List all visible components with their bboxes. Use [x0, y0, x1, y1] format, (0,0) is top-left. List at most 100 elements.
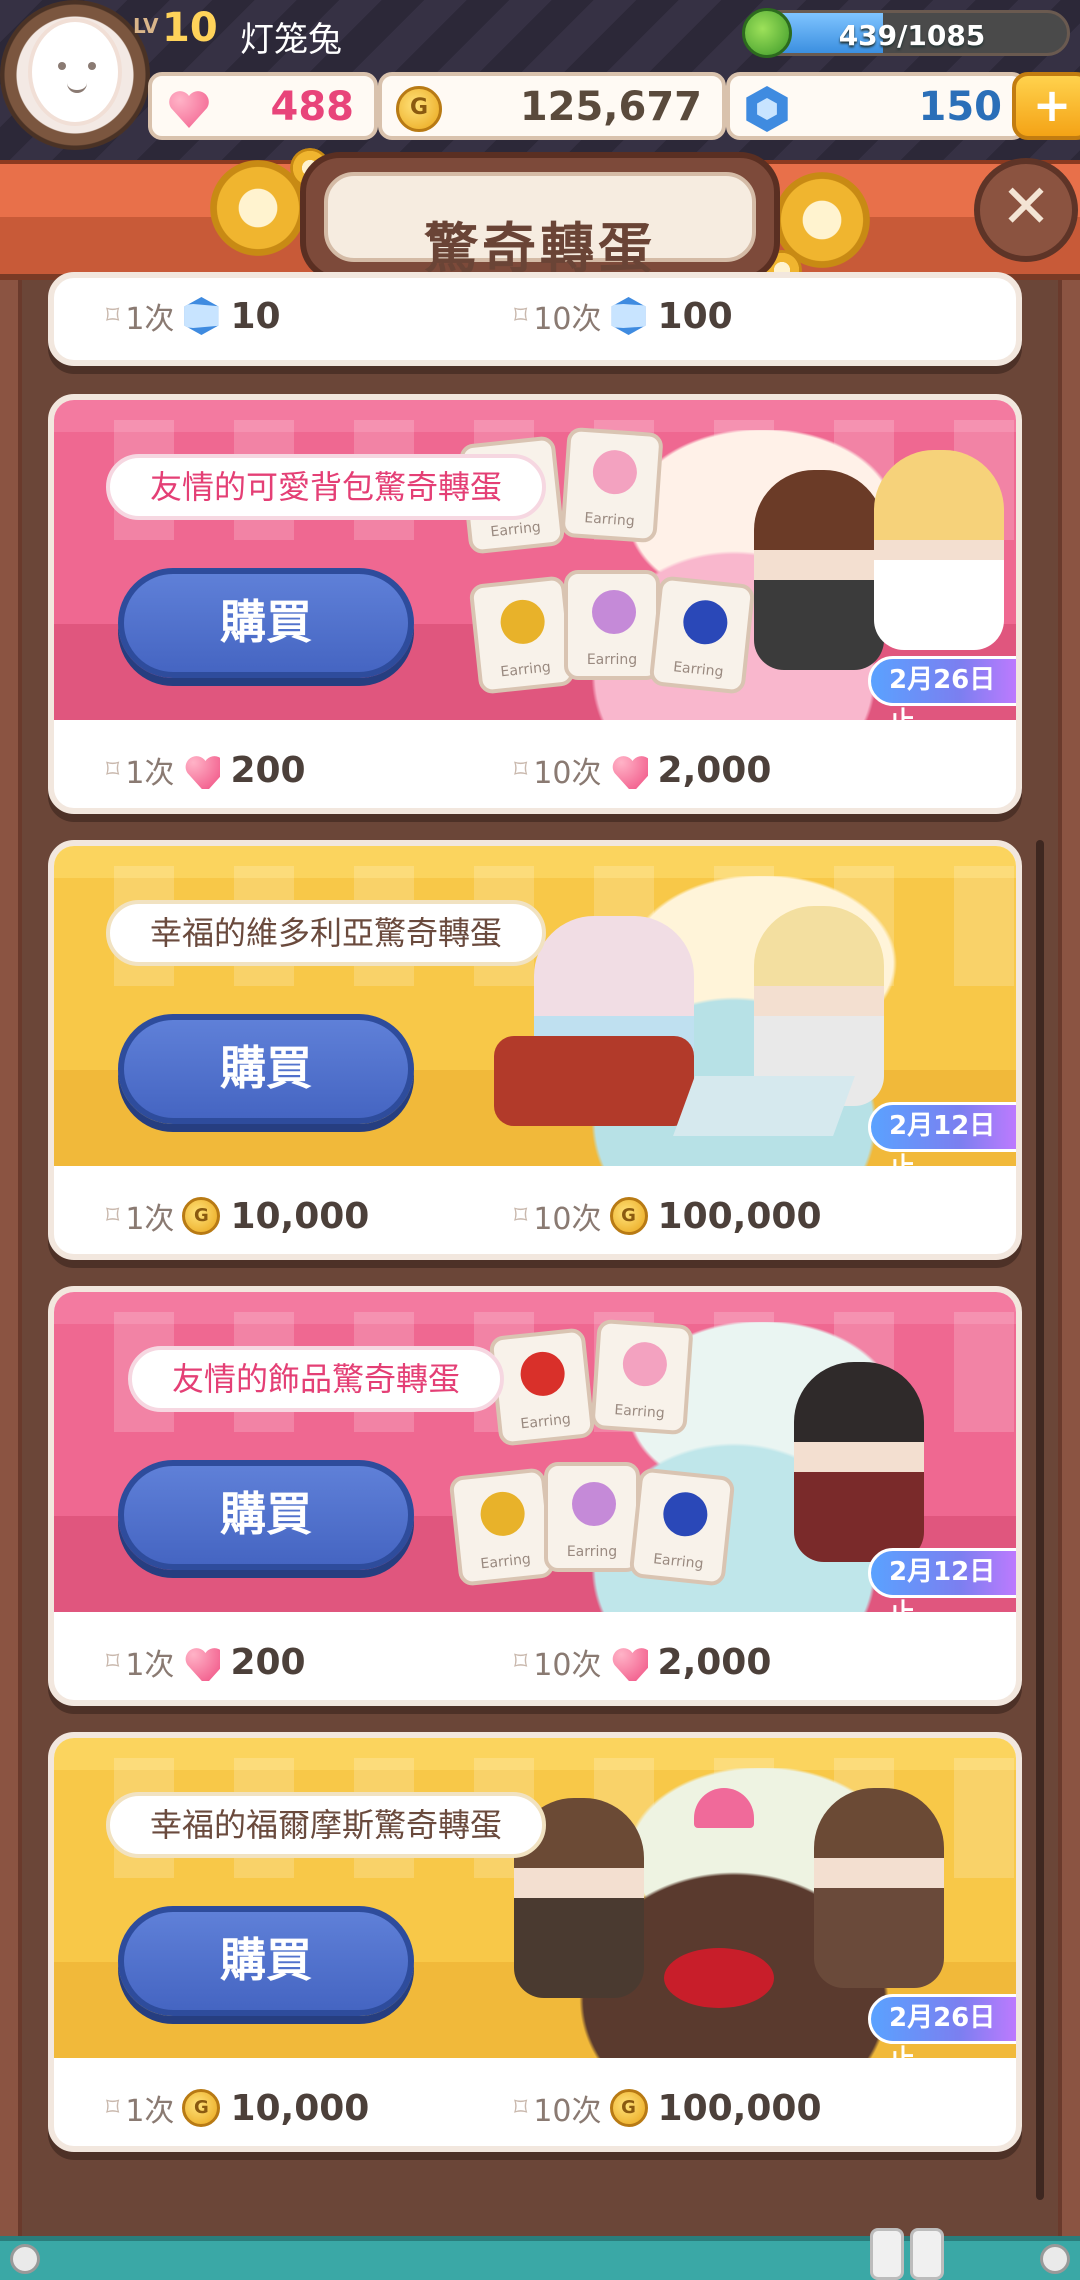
earring-icon: [478, 1489, 527, 1539]
price-single[interactable]: ⌑ 1次 200: [106, 1638, 306, 1686]
price-amount: 10,000: [230, 2087, 370, 2129]
avatar-face-icon: [28, 18, 122, 126]
price-count: 10次: [533, 2094, 602, 2129]
rug-icon: [664, 1948, 774, 2008]
gacha-name: 幸福的維多利亞驚奇轉蛋: [106, 900, 547, 966]
earring-tag: Earring: [560, 426, 664, 544]
add-gems-button[interactable]: +: [1012, 72, 1080, 140]
tag-label: Earring: [652, 1551, 705, 1573]
card-banner: Earring Earring Earring Earring Earring …: [54, 400, 1016, 737]
close-button[interactable]: ✕: [974, 158, 1078, 262]
price-count: 1次: [125, 756, 175, 791]
price-count: 1次: [125, 1202, 175, 1237]
gacha-card: 幸福的福爾摩斯驚奇轉蛋 購買 2月26日 止 ⌑ 1次 G 10,000 ⌑ 1…: [48, 1732, 1022, 2152]
earring-tag: Earring: [628, 1467, 736, 1587]
price-ten[interactable]: ⌑ 10次 2,000: [514, 1638, 771, 1686]
tick-icon: ⌑: [514, 1647, 528, 1677]
tick-icon: ⌑: [514, 1201, 528, 1231]
hinge-icon: [910, 2228, 944, 2280]
price-amount: 10,000: [230, 1195, 370, 1237]
card-prices: ⌑ 1次 200 ⌑ 10次 2,000: [54, 1612, 1016, 1700]
price-single[interactable]: ⌑ 1次 G 10,000: [106, 2084, 369, 2132]
title-plaque-inner: 驚奇轉蛋: [324, 172, 756, 280]
gold-coin-icon: G: [182, 2089, 221, 2127]
gacha-card: 幸福的維多利亞驚奇轉蛋 購買 2月12日 止 ⌑ 1次 G 10,000 ⌑ 1…: [48, 840, 1022, 1260]
price-ten[interactable]: ⌑ 10次 G 100,000: [514, 1192, 822, 1240]
end-date-badge: 2月26日 止: [868, 656, 1016, 737]
price-ten[interactable]: ⌑ 10次 G 100,000: [514, 2084, 822, 2132]
gacha-name: 友情的飾品驚奇轉蛋: [128, 1346, 505, 1412]
heart-icon: [610, 1643, 648, 1681]
price-amount: 10: [230, 295, 281, 337]
sapphire-icon: [661, 1490, 710, 1539]
earring-tag: Earring: [648, 575, 756, 695]
level-value: 10: [162, 5, 218, 51]
earring-icon: [498, 597, 547, 647]
sofa-icon: [494, 1036, 694, 1126]
tick-icon: ⌑: [106, 1647, 120, 1677]
character-detective-boy: [814, 1788, 944, 1988]
heart-icon: [182, 751, 220, 789]
gacha-name: 友情的可愛背包驚奇轉蛋: [106, 454, 547, 520]
flower-icon: [621, 1340, 669, 1388]
price-amount: 100: [657, 295, 733, 337]
tag-label: Earring: [489, 519, 542, 541]
frame-right: [1058, 280, 1080, 2240]
earring-tag: Earring: [564, 570, 660, 680]
hinge-icon: [870, 2228, 904, 2280]
earring-tag: Earring: [488, 1327, 596, 1447]
pearl-icon: [592, 590, 636, 634]
gem-icon: [184, 297, 219, 335]
gems-counter: 150: [726, 72, 1026, 140]
price-single[interactable]: ⌑ 1次 G 10,000: [106, 1192, 369, 1240]
price-count: 1次: [125, 302, 175, 337]
heart-icon: [610, 751, 648, 789]
buy-button[interactable]: 購買: [118, 1014, 414, 1124]
gacha-card-partial: ⌑ 1次 10 ⌑ 10次 100: [48, 272, 1022, 366]
price-amount: 2,000: [657, 749, 772, 791]
character-girl: [874, 450, 1004, 650]
card-prices: ⌑ 1次 G 10,000 ⌑ 10次 G 100,000: [54, 2058, 1016, 2146]
heart-icon: [182, 1643, 220, 1681]
earring-tag: Earring: [448, 1467, 556, 1587]
energy-text: 439/1085: [838, 19, 986, 52]
hearts-counter: 488: [148, 72, 378, 140]
price-amount: 100,000: [657, 1195, 822, 1237]
tag-label: Earring: [499, 659, 552, 681]
gacha-card: Earring Earring Earring Earring Earring …: [48, 394, 1022, 814]
energy-bar: 439/1085: [754, 10, 1070, 56]
price-ten[interactable]: ⌑ 10次 2,000: [514, 746, 771, 794]
pearl-icon: [572, 1482, 616, 1526]
scrollbar[interactable]: [1036, 840, 1044, 2200]
price-count: 10次: [533, 756, 602, 791]
player-avatar[interactable]: [0, 0, 150, 150]
buy-button[interactable]: 購買: [118, 1460, 414, 1570]
character-boy: [754, 470, 884, 670]
buy-button[interactable]: 購買: [118, 568, 414, 678]
gold-coin-icon: G: [396, 86, 442, 132]
card-banner: Earring Earring Earring Earring Earring …: [54, 1292, 1016, 1629]
price-amount: 100,000: [657, 2087, 822, 2129]
price-amount: 200: [230, 749, 306, 791]
gold-coin-icon: G: [182, 1197, 221, 1235]
buy-button[interactable]: 購買: [118, 1906, 414, 2016]
price-count: 1次: [125, 1648, 175, 1683]
sapphire-icon: [681, 598, 730, 647]
price-single: ⌑ 1次 10: [106, 292, 281, 340]
end-date-badge: 2月12日 止: [868, 1548, 1016, 1629]
rug-icon: [673, 1076, 855, 1136]
gold-coin-icon: G: [609, 1197, 648, 1235]
earring-tag: Earring: [544, 1462, 640, 1572]
title-plaque: 驚奇轉蛋: [300, 152, 780, 282]
price-single[interactable]: ⌑ 1次 200: [106, 746, 306, 794]
tag-label: Earring: [583, 510, 636, 530]
tag-label: Earring: [519, 1411, 572, 1433]
tick-icon: ⌑: [514, 2093, 528, 2123]
flower-icon: [591, 448, 639, 496]
card-banner: 幸福的福爾摩斯驚奇轉蛋 購買 2月26日 止: [54, 1738, 1016, 2075]
gem-icon: [746, 86, 788, 132]
gold-coin-icon: G: [609, 2089, 648, 2127]
gold-value: 125,677: [519, 84, 702, 130]
bolt-icon: [1040, 2244, 1070, 2274]
price-amount: 2,000: [657, 1641, 772, 1683]
